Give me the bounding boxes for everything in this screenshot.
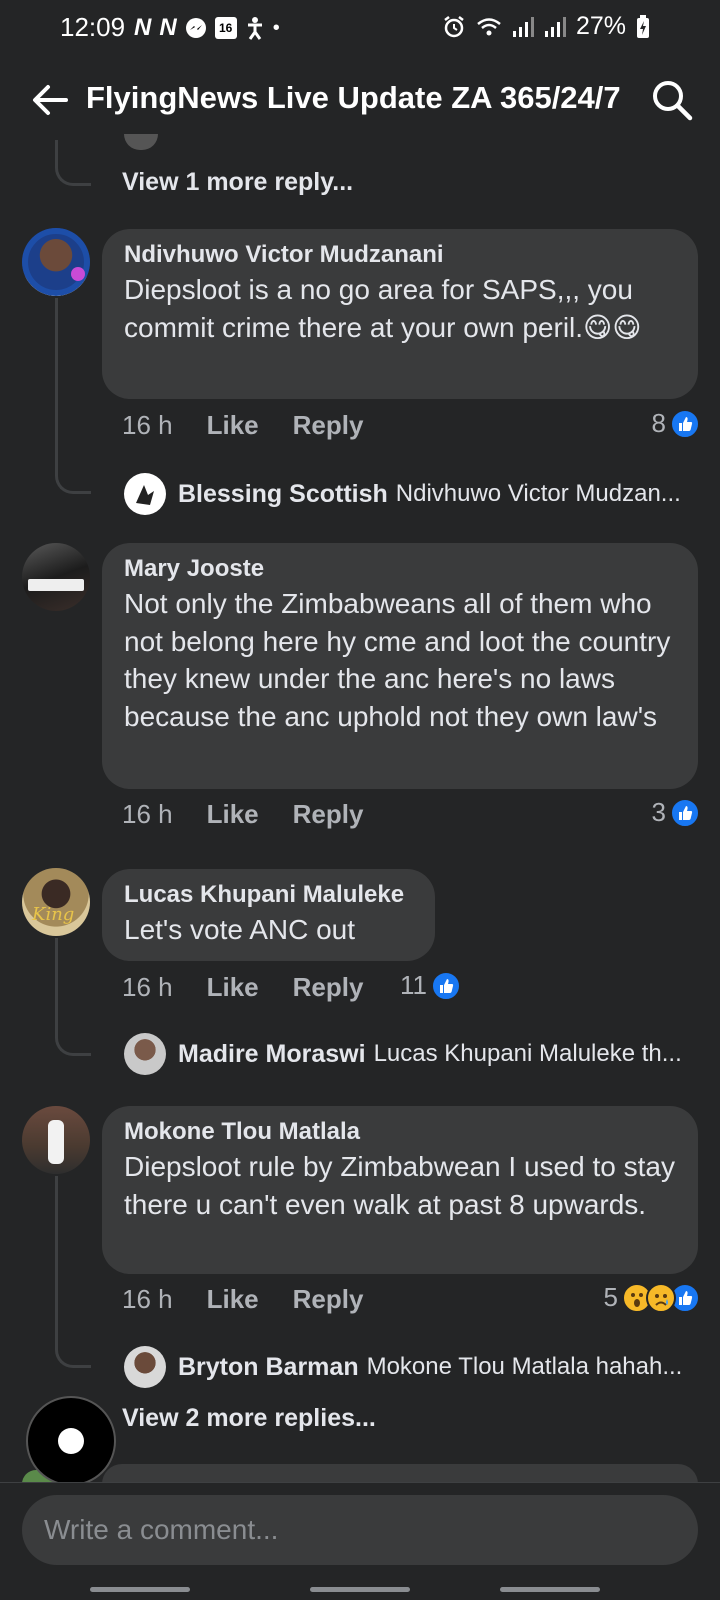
signal-icon: [512, 16, 534, 37]
view-more-replies[interactable]: View 1 more reply...: [122, 168, 353, 197]
like-button[interactable]: Like: [207, 1284, 259, 1315]
reaction-summary[interactable]: 5: [604, 1282, 700, 1313]
comment-time: 16 h: [122, 799, 173, 829]
search-icon[interactable]: [650, 78, 694, 122]
reply-snippet: Lucas Khupani Maluleke th...: [373, 1040, 682, 1067]
view-more-replies[interactable]: View 2 more replies...: [122, 1404, 376, 1433]
comment-composer: [0, 1482, 720, 1600]
avatar[interactable]: [22, 228, 90, 296]
nav-back-button[interactable]: [500, 1587, 600, 1592]
status-bar: 12:09 N N 16 • 27%: [0, 0, 720, 56]
comment-text: Not only the Zimbabweans all of them who…: [124, 588, 671, 732]
reply-avatar: [124, 473, 166, 515]
signal-icon-2: [544, 16, 566, 37]
comment-text: Diepsloot rule by Zimbabwean I used to s…: [124, 1151, 675, 1220]
reply-snippet: Mokone Tlou Matlala hahah...: [366, 1353, 683, 1380]
comment-actions: 16 h Like Reply: [122, 972, 363, 1003]
comment-actions: 16 h Like Reply: [122, 410, 363, 441]
dot-icon: •: [272, 16, 280, 39]
avatar-caption: [28, 579, 84, 591]
like-button[interactable]: Like: [207, 799, 259, 830]
comment-time: 16 h: [122, 1284, 173, 1314]
next-comment-bubble-clipped: [102, 1464, 698, 1484]
reaction-count: 8: [651, 408, 666, 438]
thread-connector: [55, 1016, 91, 1056]
reaction-summary[interactable]: 11: [400, 970, 461, 1001]
comment-input[interactable]: [22, 1495, 698, 1565]
thread-connector: [55, 428, 91, 494]
comment-author[interactable]: Mokone Tlou Matlala: [124, 1116, 676, 1148]
messenger-icon: [185, 18, 206, 38]
reaction-count: 5: [603, 1282, 618, 1312]
reply-button[interactable]: Reply: [293, 1284, 364, 1315]
reply-author: Blessing Scottish: [178, 479, 388, 508]
comment-time: 16 h: [122, 972, 173, 1002]
avatar[interactable]: [22, 1106, 90, 1174]
wifi-icon: [477, 17, 501, 35]
reply-preview[interactable]: Madire Moraswi Lucas Khupani Maluleke th…: [124, 1033, 682, 1075]
clipped-avatar: [124, 134, 158, 150]
battery-charging-icon: [637, 14, 649, 38]
vaccinated-frame-icon: [22, 228, 90, 296]
reaction-summary[interactable]: 3: [652, 797, 700, 828]
thumbs-up-icon: [431, 970, 461, 1001]
news-n-icon: N: [134, 14, 152, 41]
reaction-count: 3: [651, 797, 666, 827]
thread-line: [55, 1176, 58, 1328]
like-button[interactable]: Like: [207, 410, 259, 441]
page-title: FlyingNews Live Update ZA 365/24/7: [86, 80, 621, 115]
thread-connector: [55, 140, 91, 186]
nav-recents-button[interactable]: [90, 1587, 190, 1592]
reaction-summary[interactable]: 8: [652, 408, 700, 439]
battery-level: 27%: [575, 12, 626, 40]
comment-bubble[interactable]: Ndivhuwo Victor Mudzanani Diepsloot is a…: [102, 229, 698, 399]
status-right: 27%: [442, 12, 650, 41]
accessibility-icon: [247, 17, 262, 40]
comment-bubble[interactable]: Mokone Tlou Matlala Diepsloot rule by Zi…: [102, 1106, 698, 1274]
navigation-bar: [0, 1581, 720, 1600]
comment-author[interactable]: Mary Jooste: [124, 553, 676, 585]
thread-connector: [55, 1328, 91, 1368]
avatar-overlay-text: King: [32, 904, 75, 925]
reply-button[interactable]: Reply: [293, 799, 364, 830]
comment-bubble[interactable]: Lucas Khupani Maluleke Let's vote ANC ou…: [102, 869, 435, 961]
comment-author[interactable]: Lucas Khupani Maluleke: [124, 879, 413, 911]
back-arrow-icon[interactable]: [28, 78, 72, 122]
comment-text: Diepsloot is a no go area for SAPS,,, yo…: [124, 274, 642, 343]
alarm-icon: [444, 15, 464, 37]
status-time: 12:09: [60, 12, 126, 42]
thumbs-up-icon: [670, 797, 700, 828]
reply-button[interactable]: Reply: [293, 972, 364, 1003]
reply-button[interactable]: Reply: [293, 410, 364, 441]
floating-record-button[interactable]: [26, 1396, 116, 1486]
sad-reaction-icon: [646, 1282, 676, 1313]
notification-icons: N N 16 •: [134, 14, 280, 42]
reply-preview[interactable]: Blessing Scottish Ndivhuwo Victor Mudzan…: [124, 473, 681, 515]
thread-line: [55, 298, 58, 428]
comment-time: 16 h: [122, 410, 173, 440]
like-button[interactable]: Like: [207, 972, 259, 1003]
reply-author: Bryton Barman: [178, 1352, 359, 1381]
comment-author[interactable]: Ndivhuwo Victor Mudzanani: [124, 239, 676, 271]
reply-avatar: [124, 1346, 166, 1388]
comment-actions: 16 h Like Reply: [122, 1284, 363, 1315]
reply-snippet: Ndivhuwo Victor Mudzan...: [395, 480, 681, 507]
avatar-figure: [48, 1120, 64, 1164]
nav-home-button[interactable]: [310, 1587, 410, 1592]
avatar[interactable]: King: [22, 868, 90, 936]
comment-bubble[interactable]: Mary Jooste Not only the Zimbabweans all…: [102, 543, 698, 789]
reaction-count: 11: [400, 970, 427, 1000]
calendar-icon: 16: [214, 17, 237, 39]
comment-actions: 16 h Like Reply: [122, 799, 363, 830]
record-dot-icon: [58, 1428, 84, 1454]
avatar[interactable]: [22, 543, 90, 611]
reply-preview[interactable]: Bryton Barman Mokone Tlou Matlala hahah.…: [124, 1346, 682, 1388]
comment-text: Let's vote ANC out: [124, 914, 356, 945]
reply-avatar: [124, 1033, 166, 1075]
news-n-icon-2: N: [159, 14, 177, 41]
app-header: FlyingNews Live Update ZA 365/24/7: [0, 60, 720, 140]
thread-line: [55, 938, 58, 1016]
reply-author: Madire Moraswi: [178, 1039, 366, 1068]
thumbs-up-icon: [670, 408, 700, 439]
